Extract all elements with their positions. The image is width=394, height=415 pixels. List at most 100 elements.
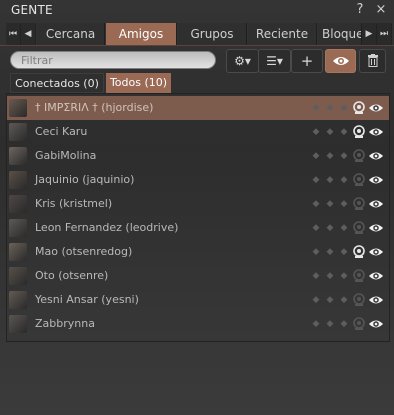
see-map-permission-icon: ◆ — [340, 199, 348, 209]
friend-name: Leon Fernandez (leodrive) — [35, 221, 179, 234]
add-friend-button[interactable]: + — [291, 49, 323, 73]
sort-menu-button[interactable]: ☰▾ — [258, 49, 291, 73]
visibility-eye-icon[interactable] — [368, 318, 384, 330]
friend-row[interactable]: Jaquinio (jaquinio) ◆ ◆ ◆ — [7, 168, 389, 192]
see-map-permission-icon: ◆ — [340, 223, 348, 233]
visibility-eye-icon[interactable] — [368, 198, 384, 210]
friend-name: Kris (kristmel) — [35, 197, 113, 210]
see-map-permission-icon: ◆ — [340, 175, 348, 185]
scroll-last-icon[interactable]: ⏭ — [377, 23, 392, 45]
tab-strip: ⏮ ◀ Cercana Amigos Grupos Reciente Bloqu… — [0, 23, 394, 45]
online-status-permission-icon: ◆ — [312, 151, 320, 161]
avatar[interactable] — [9, 267, 27, 285]
subtab-online[interactable]: Conectados (0) — [10, 73, 104, 93]
edit-objects-permission-icon: ◆ — [326, 247, 334, 257]
close-icon[interactable]: × — [374, 3, 388, 17]
visibility-eye-icon[interactable] — [368, 126, 384, 138]
map-rights-icon[interactable] — [352, 269, 366, 283]
delete-friend-button[interactable] — [359, 49, 386, 73]
avatar[interactable] — [9, 123, 27, 141]
friend-row[interactable]: Leon Fernandez (leodrive) ◆ ◆ ◆ — [7, 216, 389, 240]
list-view-icon: ☰▾ — [266, 54, 283, 68]
see-map-permission-icon: ◆ — [340, 319, 348, 329]
edit-objects-permission-icon: ◆ — [326, 271, 334, 281]
eye-icon — [332, 57, 349, 65]
see-map-permission-icon: ◆ — [340, 247, 348, 257]
tab-reciente[interactable]: Reciente — [248, 23, 317, 45]
friend-row[interactable]: Zabbrynna ◆ ◆ ◆ — [7, 312, 389, 336]
online-status-permission-icon: ◆ — [312, 199, 320, 209]
map-button[interactable] — [325, 49, 356, 73]
online-status-permission-icon: ◆ — [312, 223, 320, 233]
see-map-permission-icon: ◆ — [340, 295, 348, 305]
online-status-permission-icon: ◆ — [312, 247, 320, 257]
online-status-permission-icon: ◆ — [312, 319, 320, 329]
friend-name: † ΙΜΡΣRIΛ † (hjordise) — [35, 101, 154, 114]
friend-row[interactable]: Mao (otsenredog) ◆ ◆ ◆ — [7, 240, 389, 264]
friend-row[interactable]: Ceci Karu ◆ ◆ ◆ — [7, 120, 389, 144]
friend-row[interactable]: Kris (kristmel) ◆ ◆ ◆ — [7, 192, 389, 216]
visibility-eye-icon[interactable] — [368, 294, 384, 306]
people-window: GENTE ? × ⏮ ◀ Cercana Amigos Grupos Reci… — [0, 0, 394, 415]
edit-objects-permission-icon: ◆ — [326, 127, 334, 137]
edit-objects-permission-icon: ◆ — [326, 151, 334, 161]
avatar[interactable] — [9, 315, 27, 333]
title-bar[interactable]: GENTE ? × — [0, 0, 394, 22]
map-rights-icon[interactable] — [352, 149, 366, 163]
friend-row[interactable]: GabiMolina ◆ ◆ ◆ — [7, 144, 389, 168]
online-status-permission-icon: ◆ — [312, 271, 320, 281]
visibility-eye-icon[interactable] — [368, 174, 384, 186]
subtab-all[interactable]: Todos (10) — [106, 73, 171, 93]
avatar[interactable] — [9, 195, 27, 213]
visibility-eye-icon[interactable] — [368, 246, 384, 258]
friend-row[interactable]: Oto (otsenre) ◆ ◆ ◆ — [7, 264, 389, 288]
edit-objects-permission-icon: ◆ — [326, 175, 334, 185]
visibility-eye-icon[interactable] — [368, 102, 384, 114]
help-icon[interactable]: ? — [353, 3, 367, 17]
online-status-permission-icon: ◆ — [312, 127, 320, 137]
edit-objects-permission-icon: ◆ — [326, 319, 334, 329]
tab-grupos[interactable]: Grupos — [178, 23, 247, 45]
map-rights-icon[interactable] — [352, 317, 366, 331]
avatar[interactable] — [9, 99, 27, 117]
tab-amigos[interactable]: Amigos — [106, 23, 177, 45]
see-map-permission-icon: ◆ — [340, 151, 348, 161]
map-rights-icon[interactable] — [352, 101, 366, 115]
see-map-permission-icon: ◆ — [340, 271, 348, 281]
map-rights-icon[interactable] — [352, 173, 366, 187]
gear-icon: ⚙▾ — [234, 54, 251, 68]
scroll-right-icon[interactable]: ▶ — [362, 23, 377, 45]
friend-row[interactable]: Yesni Ansar (yesni) ◆ ◆ ◆ — [7, 288, 389, 312]
avatar[interactable] — [9, 219, 27, 237]
friend-row[interactable]: † ΙΜΡΣRIΛ † (hjordise) ◆ ◆ ◆ — [7, 96, 389, 120]
online-status-permission-icon: ◆ — [312, 175, 320, 185]
friends-list: † ΙΜΡΣRIΛ † (hjordise) ◆ ◆ ◆ Ceci Karu ◆ ◆ ◆ Gab… — [6, 93, 390, 342]
visibility-eye-icon[interactable] — [368, 222, 384, 234]
edit-objects-permission-icon: ◆ — [326, 223, 334, 233]
edit-objects-permission-icon: ◆ — [326, 103, 334, 113]
tab-bloque[interactable]: Bloque — [318, 23, 362, 45]
scroll-left-icon[interactable]: ◀ — [21, 23, 36, 45]
filter-input[interactable]: Filtrar — [10, 51, 216, 69]
map-rights-icon[interactable] — [352, 197, 366, 211]
edit-objects-permission-icon: ◆ — [326, 199, 334, 209]
map-rights-icon[interactable] — [352, 221, 366, 235]
avatar[interactable] — [9, 243, 27, 261]
map-rights-icon[interactable] — [352, 245, 366, 259]
scroll-first-icon[interactable]: ⏮ — [6, 23, 21, 45]
map-rights-icon[interactable] — [352, 293, 366, 307]
friend-name: Jaquinio (jaquinio) — [35, 173, 135, 186]
friend-name: Mao (otsenredog) — [35, 245, 133, 258]
map-rights-icon[interactable] — [352, 125, 366, 139]
visibility-eye-icon[interactable] — [368, 150, 384, 162]
visibility-eye-icon[interactable] — [368, 270, 384, 282]
tab-cercana[interactable]: Cercana — [37, 23, 105, 45]
online-status-permission-icon: ◆ — [312, 103, 320, 113]
gear-menu-button[interactable]: ⚙▾ — [226, 49, 259, 73]
avatar[interactable] — [9, 171, 27, 189]
avatar[interactable] — [9, 147, 27, 165]
friend-name: Ceci Karu — [35, 125, 88, 138]
window-title: GENTE — [11, 3, 53, 17]
friend-name: Oto (otsenre) — [35, 269, 109, 282]
avatar[interactable] — [9, 291, 27, 309]
